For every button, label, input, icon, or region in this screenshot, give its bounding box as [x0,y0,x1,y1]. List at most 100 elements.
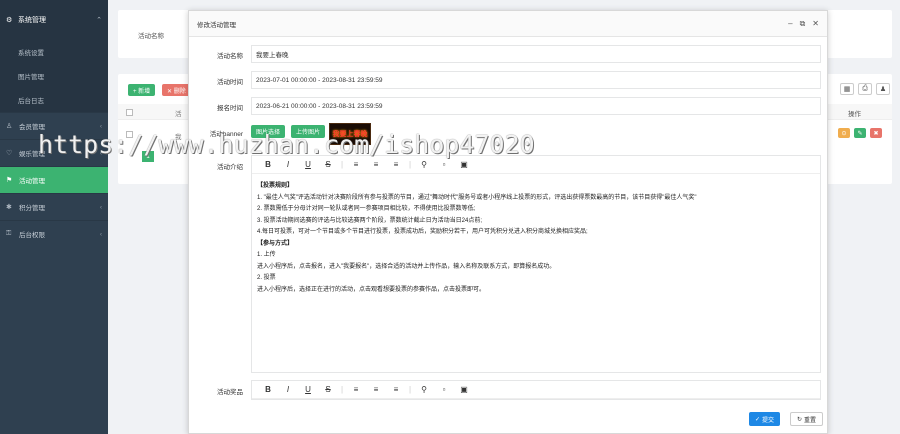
align-center-icon[interactable]: ≡ [366,385,386,394]
heart-icon: ♡ [6,150,13,157]
chevron-up-icon: ⌃ [96,17,102,24]
code-icon[interactable]: ▫ [434,160,454,169]
bold-icon[interactable]: B [258,160,278,169]
bold-icon[interactable]: B [258,385,278,394]
sidebar-item-label: 娱乐管理 [19,151,45,158]
image-icon[interactable]: ▣ [454,160,474,169]
italic-icon[interactable]: I [278,160,298,169]
sidebar-subitem-label: 系统设置 [18,50,44,57]
sidebar-item-label: 会员管理 [19,124,45,131]
close-icon[interactable]: ✕ [812,19,819,29]
image-icon[interactable]: ▣ [454,385,474,394]
chevron-left-icon: ‹ [99,122,102,130]
intro-line: 2. 票数需低于分母计对同一轮队或者同一参赛项目相比较，不得使用比投票数等低; [257,206,476,212]
image-select-button[interactable]: 图片选择 [251,125,286,138]
chevron-left-icon: ‹ [99,203,102,211]
add-button[interactable]: + 新增 [128,84,156,96]
sidebar-item-points[interactable]: ✱ 积分管理 ‹ [0,193,108,220]
align-center-icon[interactable]: ≡ [366,160,386,169]
banner-image[interactable]: 我要上春晚 [329,123,371,145]
intro-line: 【参与方式】 [257,240,294,247]
chevron-left-icon: ‹ [99,149,102,157]
align-right-icon[interactable]: ≡ [386,160,406,169]
dialog-header: 修改活动管理 – ⧉ ✕ [189,11,827,37]
select-all-checkbox[interactable] [126,109,133,116]
table-col-cut-1: 活 [175,111,182,118]
row-edit-button[interactable]: ✎ [854,128,866,138]
columns-button[interactable]: ▦ [840,83,854,95]
link-icon[interactable]: ⚲ [414,160,434,169]
row-view-button[interactable]: ⊙ [838,128,850,138]
sidebar-header-system[interactable]: ⚙ 系统管理 ⌃ [0,0,108,40]
sidebar-subitem-logs[interactable]: 后台日志 [0,88,108,112]
intro-line: 1. "最佳人气奖"评选活动针对决赛阶段所有参与投票的节目，通过"舞动时代"服务… [257,194,697,201]
maximize-icon[interactable]: ⧉ [800,19,806,29]
strikethrough-icon[interactable]: S [318,385,338,394]
export-button[interactable]: ♟ [876,83,890,95]
sidebar-item-label: 积分管理 [19,205,45,212]
align-right-icon[interactable]: ≡ [386,385,406,394]
align-left-icon[interactable]: ≡ [346,385,366,394]
toolbar-divider: | [340,160,344,169]
sidebar-submenu: 系统设置 图片管理 后台日志 [0,40,108,112]
print-button[interactable]: ⎙ [858,83,872,95]
reset-button[interactable]: ↻ 重置 [790,412,824,426]
sidebar-item-label: 活动管理 [19,178,45,185]
row-checkbox[interactable] [126,131,133,138]
sidebar-header-label: 系统管理 [18,17,46,24]
strikethrough-icon[interactable]: S [318,160,338,169]
field-label-intro: 活动介绍 [217,164,243,171]
edit-activity-dialog: 修改活动管理 – ⧉ ✕ 活动名称 我要上春晚 活动时间 2023-07-01 … [188,10,828,434]
intro-line: 进入小程序后，点击报名，进入"我要报名"，选择合适的活动并上传作品，输入名称及联… [257,263,556,270]
intro-line: 3. 投票活动期间选赛的评选与比较选赛两个阶段，票数统计截止日为活动当日24点前… [257,217,483,224]
editor-toolbar: B I U S | ≡ ≡ ≡ | ⚲ ▫ ▣ [252,381,820,399]
user-icon: ♙ [6,123,13,130]
check-icon: ✓ [755,416,761,423]
sidebar-subitem-settings[interactable]: 系统设置 [0,40,108,64]
banner-image-text: 我要上春晚 [332,131,368,138]
italic-icon[interactable]: I [278,385,298,394]
prize-editor[interactable]: B I U S | ≡ ≡ ≡ | ⚲ ▫ ▣ [251,380,821,400]
editor-toolbar: B I U S | ≡ ≡ ≡ | ⚲ ▫ ▣ [252,156,820,174]
sidebar-item-activities[interactable]: ⚑ 活动管理 [0,166,108,193]
sidebar-item-permissions[interactable]: ⚿ 后台权限 ‹ [0,220,108,247]
underline-icon[interactable]: U [298,385,318,394]
activity-time-input[interactable]: 2023-07-01 00:00:00 - 2023-08-31 23:59:5… [251,71,821,89]
chevron-left-icon: ‹ [99,230,102,238]
intro-editor[interactable]: B I U S | ≡ ≡ ≡ | ⚲ ▫ ▣ 【投票规则】 1. "最佳人气奖… [251,155,821,373]
sidebar-item-entertainment[interactable]: ♡ 娱乐管理 ‹ [0,139,108,166]
field-label-banner: 活动banner [209,131,243,138]
upload-image-button[interactable]: 上传图片 [291,125,326,138]
dialog-title: 修改活动管理 [197,21,236,29]
row-delete-button[interactable]: ✖ [870,128,882,138]
code-icon[interactable]: ▫ [434,385,454,394]
submit-button[interactable]: ✓ 提交 [749,412,781,426]
delete-button[interactable]: ✕ 删除 [162,84,191,96]
sidebar-subitem-label: 后台日志 [18,98,44,105]
intro-line: 4.每日可投票，可对一个节目或多个节目进行投票，投票成功后，奖励积分若干，用户可… [257,229,588,235]
toolbar-divider: | [408,385,412,394]
toolbar-divider: | [340,385,344,394]
signup-time-input[interactable]: 2023-06-21 00:00:00 - 2023-08-31 23:59:5… [251,97,821,115]
filter-label: 活动名称 [138,33,164,40]
intro-editor-content[interactable]: 【投票规则】 1. "最佳人气奖"评选活动针对决赛阶段所有参与投票的节目，通过"… [252,174,820,303]
field-label-name: 活动名称 [217,53,243,60]
refresh-icon: ↻ [797,416,803,423]
link-icon[interactable]: ⚲ [414,385,434,394]
underline-icon[interactable]: U [298,160,318,169]
align-left-icon[interactable]: ≡ [346,160,366,169]
intro-line: 1. 上传 [257,252,276,258]
sidebar-subitem-label: 图片管理 [18,74,44,81]
minimize-icon[interactable]: – [788,19,792,29]
pagination-current[interactable]: 1 [142,151,154,162]
grid-icon: ▦ [843,86,851,93]
sidebar-item-members[interactable]: ♙ 会员管理 ‹ [0,112,108,139]
sidebar-item-label: 后台权限 [19,232,45,239]
activity-name-input[interactable]: 我要上春晚 [251,45,821,63]
user-export-icon: ♟ [879,86,887,93]
field-label-prize: 活动奖品 [217,389,243,396]
intro-line: 进入小程序后，选择正在进行的活动，点击观看想要投票的参赛作品，点击投票即可。 [257,286,486,293]
field-label-signup: 报名时间 [217,105,243,112]
sidebar-subitem-images[interactable]: 图片管理 [0,64,108,88]
flag-icon: ⚑ [6,177,13,184]
